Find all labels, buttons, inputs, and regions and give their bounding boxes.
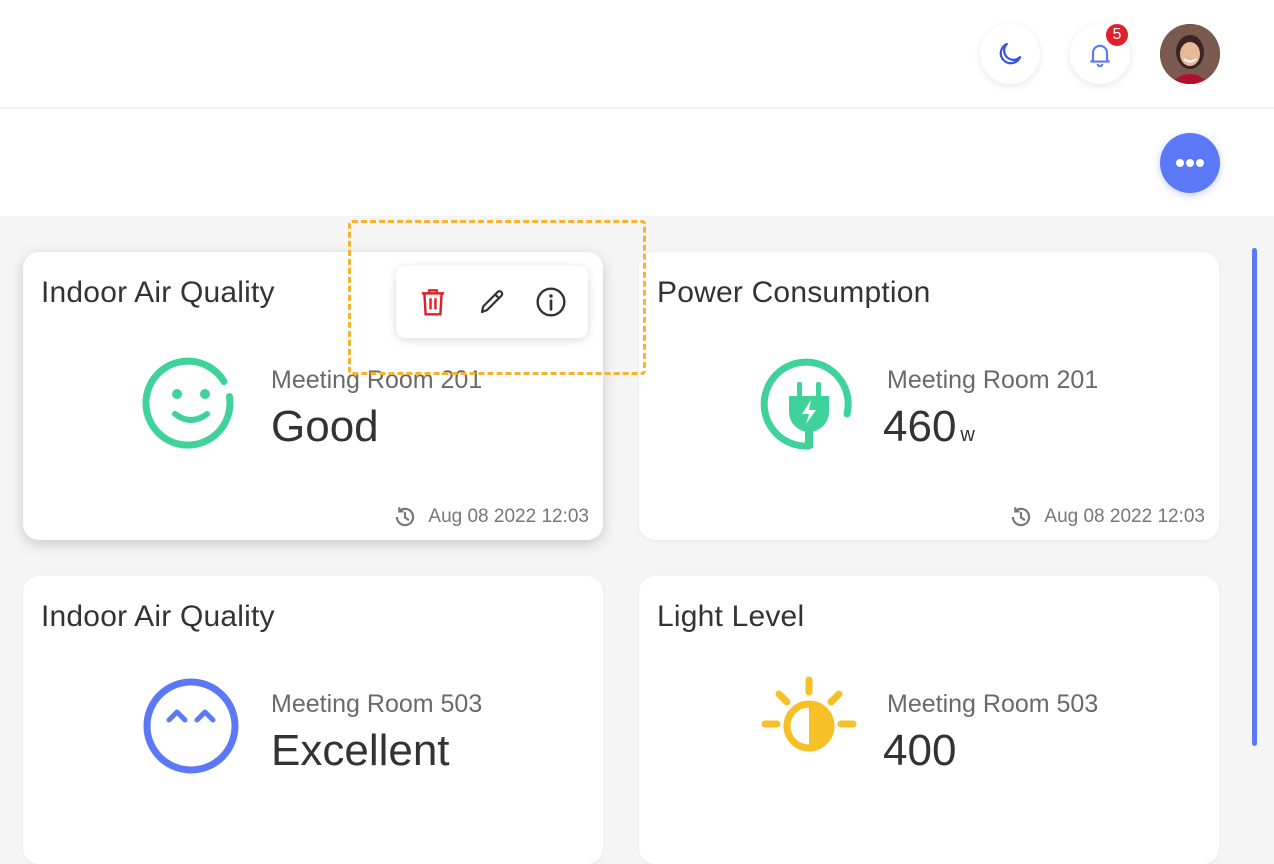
notifications-button[interactable]: 5 [1070,22,1130,84]
card-value: 460 w [883,402,975,451]
sun-icon [761,676,857,752]
card-value: Excellent [271,726,450,775]
card-timestamp: Aug 08 2022 12:03 [1008,504,1205,530]
light-level-card-503[interactable]: Light Level Meeting Room 503 400 [639,576,1219,864]
pencil-icon [480,290,504,314]
history-icon [396,507,415,527]
info-button[interactable] [531,282,571,322]
plug-icon [760,358,852,450]
info-icon [536,287,566,317]
card-timestamp: Aug 08 2022 12:03 [392,504,589,530]
delete-button[interactable] [413,282,453,322]
card-value: 400 [883,726,957,775]
card-title: Light Level [657,600,805,633]
moon-icon [999,42,1022,65]
smiley-icon [142,357,234,449]
card-value: Good [271,402,379,451]
card-room: Meeting Room 201 [271,366,483,394]
top-bar: 5 [0,0,1274,108]
more-horizontal-icon [1176,159,1204,167]
air-quality-card-503[interactable]: Indoor Air Quality Meeting Room 503 Exce… [23,576,603,864]
card-room: Meeting Room 503 [887,690,1099,718]
edit-button[interactable] [472,282,512,322]
card-title: Power Consumption [657,276,931,309]
card-title: Indoor Air Quality [41,276,275,309]
happy-face-icon [143,678,239,774]
more-options-button[interactable] [1160,133,1220,193]
dashboard-toolbar [0,109,1274,216]
avatar[interactable] [1160,24,1220,84]
vertical-scrollbar[interactable] [1252,248,1257,746]
card-room: Meeting Room 201 [887,366,1099,394]
card-title: Indoor Air Quality [41,600,275,633]
history-icon [1012,507,1031,527]
notification-count-badge: 5 [1104,22,1130,48]
card-actions-toolbar [396,266,588,338]
card-room: Meeting Room 503 [271,690,483,718]
power-consumption-card-201[interactable]: Power Consumption Meeting Room 201 460 w … [639,252,1219,540]
theme-toggle-button[interactable] [980,24,1040,84]
trash-icon [422,289,445,316]
